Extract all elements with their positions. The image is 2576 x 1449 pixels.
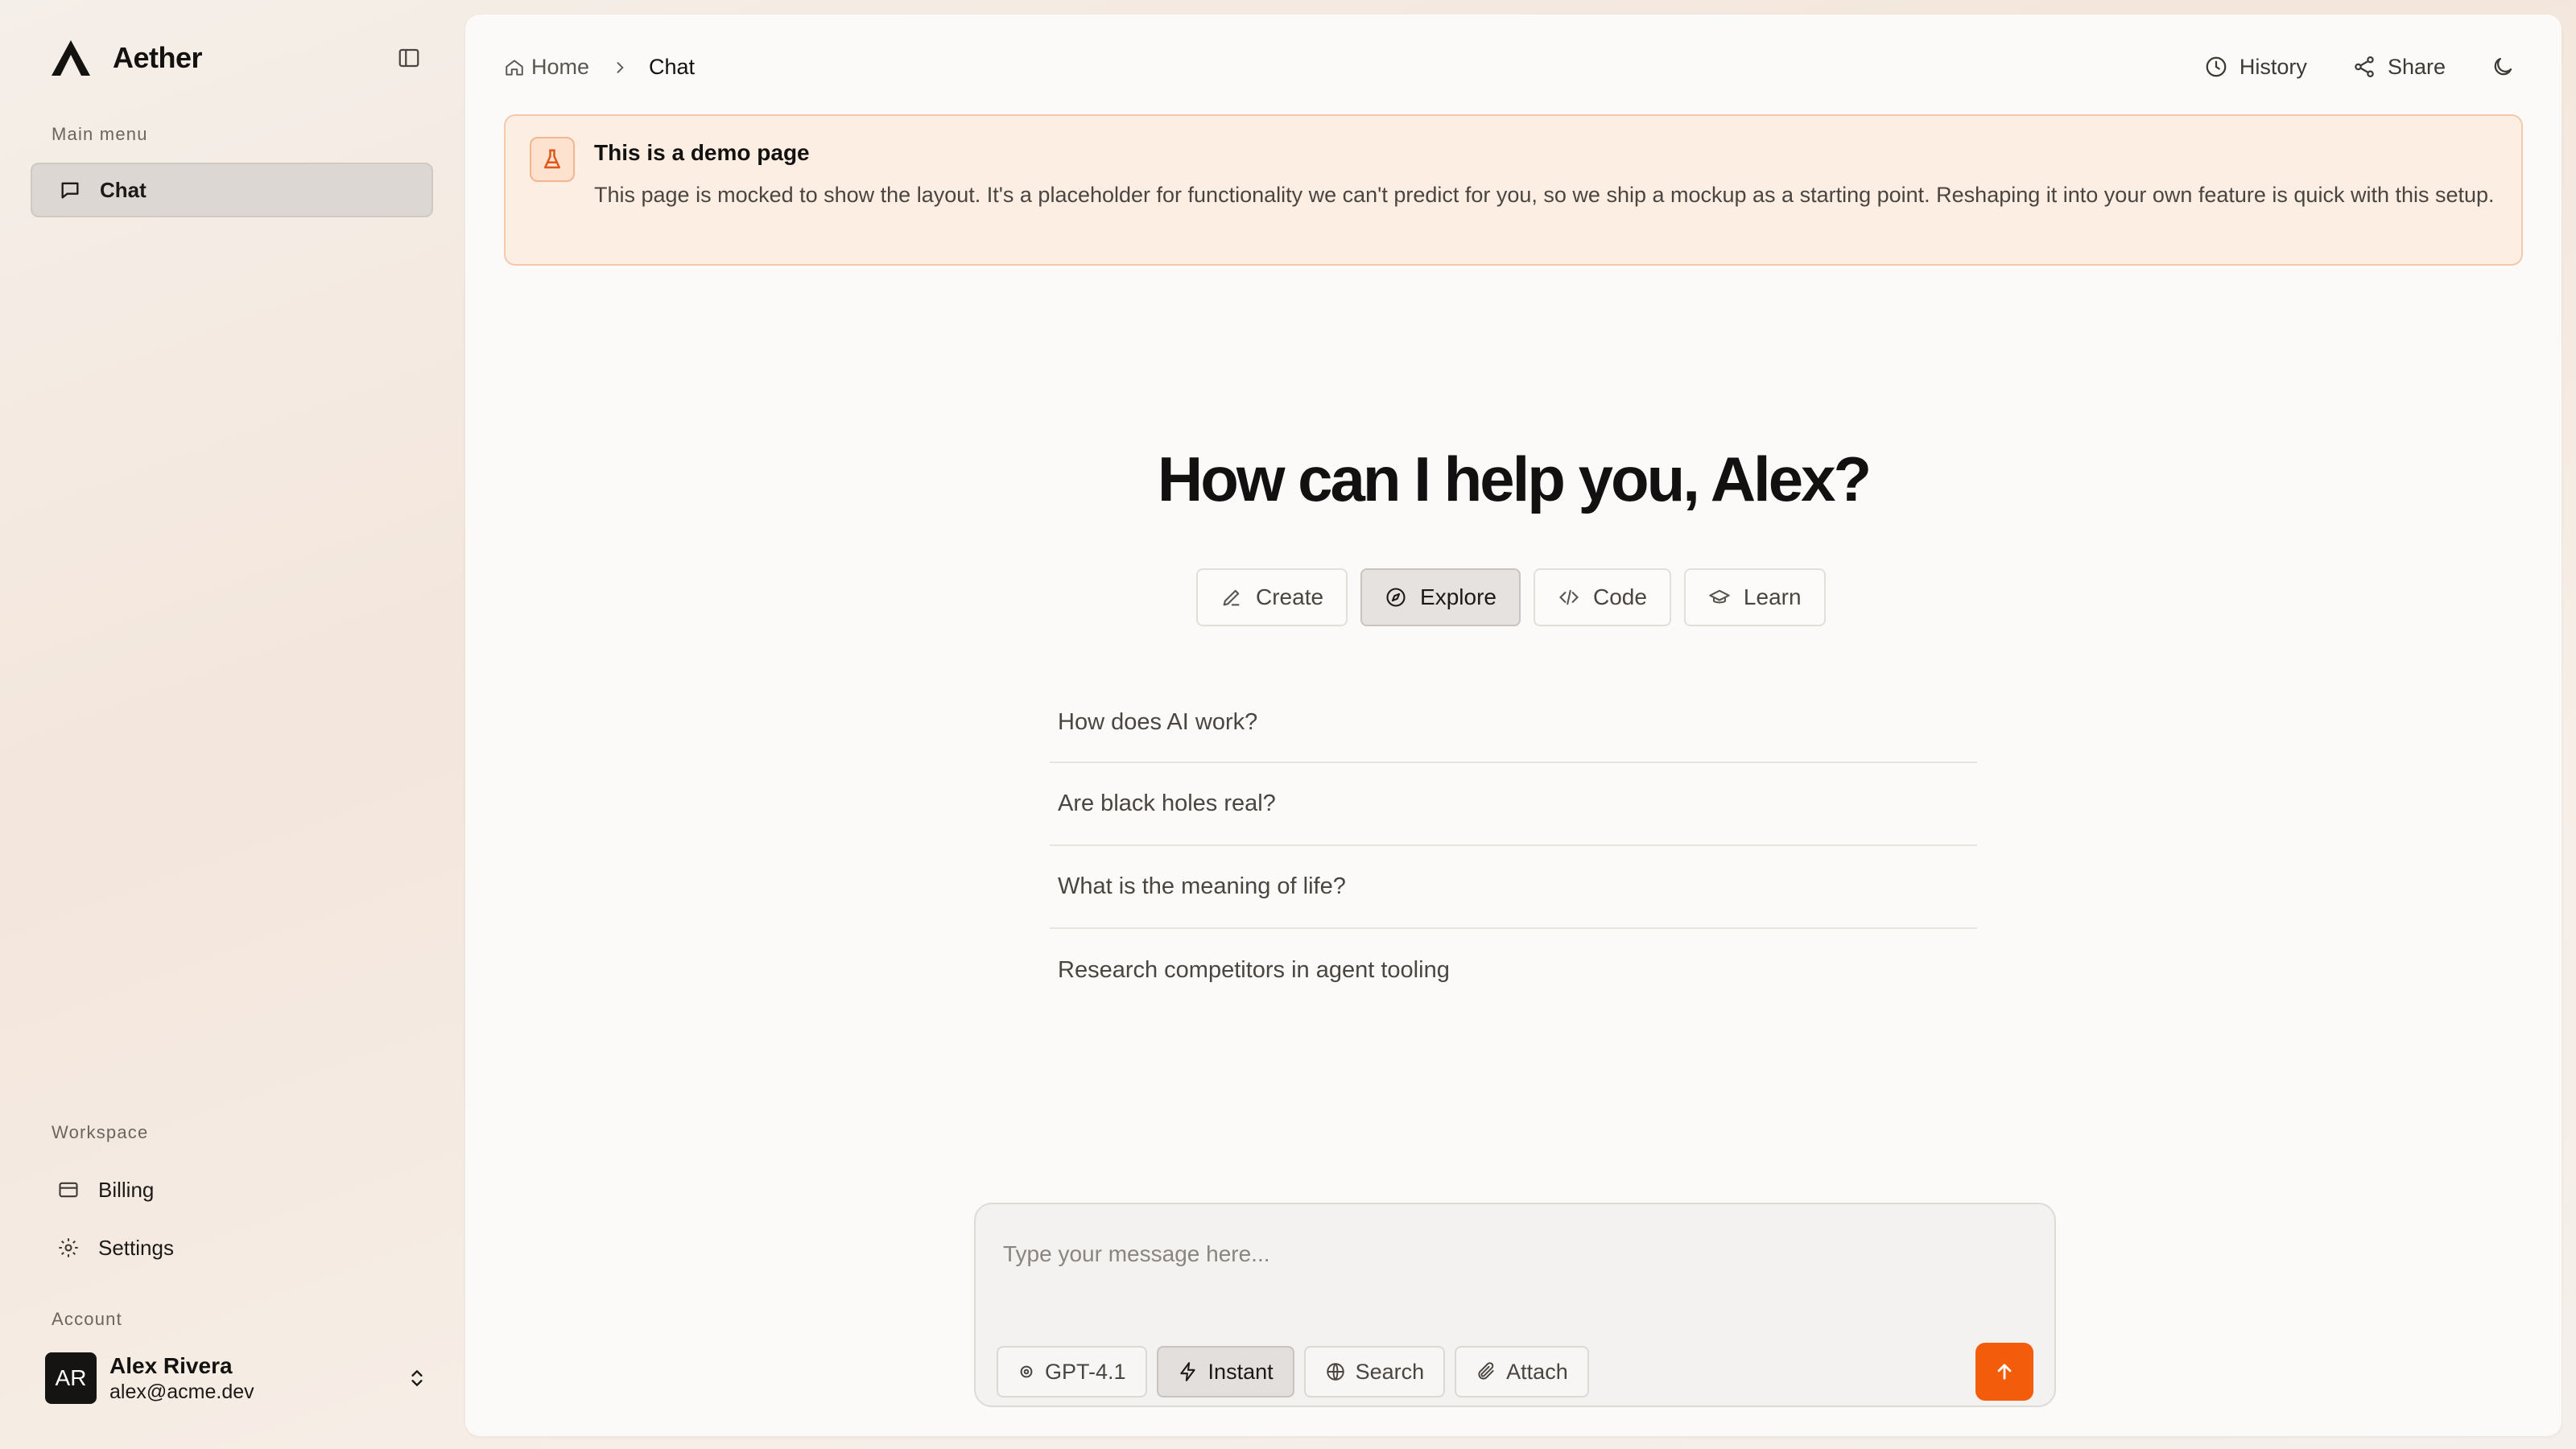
theme-toggle-button[interactable] bbox=[2491, 48, 2515, 85]
attach-button[interactable]: Attach bbox=[1455, 1346, 1589, 1397]
demo-banner: This is a demo page This page is mocked … bbox=[504, 114, 2523, 266]
suggestion-item[interactable]: Are black holes real? bbox=[1050, 763, 1977, 846]
share-label: Share bbox=[2387, 54, 2446, 79]
sidebar-item-label: Settings bbox=[98, 1235, 174, 1260]
message-input[interactable] bbox=[1003, 1236, 2017, 1272]
flask-icon bbox=[530, 137, 575, 182]
suggestion-item[interactable]: How does AI work? bbox=[1050, 683, 1977, 763]
breadcrumb-home-label: Home bbox=[531, 55, 590, 79]
instant-label: Instant bbox=[1208, 1359, 1274, 1384]
instant-toggle-button[interactable]: Instant bbox=[1156, 1346, 1294, 1397]
credit-card-icon bbox=[56, 1178, 80, 1202]
banner-title: This is a demo page bbox=[594, 140, 810, 165]
model-select-button[interactable]: GPT-4.1 bbox=[997, 1346, 1147, 1397]
attach-label: Attach bbox=[1506, 1359, 1568, 1384]
composer-toolbar: GPT-4.1 Instant Search Attach bbox=[997, 1346, 1599, 1397]
mode-code-button[interactable]: Code bbox=[1533, 568, 1671, 626]
mode-create-button[interactable]: Create bbox=[1196, 568, 1348, 626]
mode-label: Code bbox=[1592, 584, 1647, 609]
breadcrumb: Home Chat bbox=[504, 55, 695, 80]
share-icon bbox=[2355, 56, 2374, 77]
lightning-icon bbox=[1179, 1362, 1195, 1381]
sidebar-toggle-button[interactable] bbox=[393, 42, 425, 74]
mode-learn-button[interactable]: Learn bbox=[1683, 568, 1826, 626]
sidebar: Aether Main menu Chat Workspace Billing … bbox=[0, 0, 464, 1449]
greeting-heading: How can I help you, Alex? bbox=[1157, 444, 1872, 514]
account-switcher[interactable]: AR Alex Rivera alex@acme.dev bbox=[45, 1352, 431, 1404]
pencil-icon bbox=[1223, 589, 1240, 606]
send-button[interactable] bbox=[1975, 1343, 2033, 1401]
workspace-label: Workspace bbox=[52, 1122, 149, 1142]
suggestion-list: How does AI work? Are black holes real? … bbox=[1050, 696, 1977, 1012]
avatar: AR bbox=[45, 1352, 97, 1404]
brand[interactable]: Aether bbox=[50, 37, 203, 79]
graduation-cap-icon bbox=[1709, 589, 1730, 604]
main-panel: Home Chat History Share This is a demo p… bbox=[465, 14, 2562, 1436]
suggestion-item[interactable]: Research competitors in agent tooling bbox=[1050, 929, 1977, 1012]
history-label: History bbox=[2239, 54, 2307, 79]
breadcrumb-current: Chat bbox=[649, 55, 696, 79]
panel-left-icon bbox=[398, 48, 419, 68]
account-label: Account bbox=[52, 1309, 122, 1329]
chevron-right-icon bbox=[612, 60, 628, 76]
main-menu-label: Main menu bbox=[52, 124, 148, 144]
chevrons-up-down-icon bbox=[402, 1364, 431, 1393]
gear-icon bbox=[56, 1236, 80, 1260]
share-button[interactable]: Share bbox=[2352, 48, 2446, 85]
model-label: GPT-4.1 bbox=[1045, 1359, 1126, 1384]
compass-icon bbox=[1386, 588, 1406, 607]
aether-logo-icon bbox=[52, 40, 90, 76]
home-icon bbox=[506, 59, 523, 76]
globe-icon bbox=[1326, 1363, 1344, 1381]
history-button[interactable]: History bbox=[2204, 48, 2307, 85]
arrow-up-icon bbox=[1997, 1364, 2012, 1380]
sidebar-item-label: Chat bbox=[100, 177, 147, 202]
sidebar-item-billing[interactable]: Billing bbox=[31, 1166, 433, 1214]
breadcrumb-home-link[interactable]: Home bbox=[504, 55, 589, 80]
code-icon bbox=[1558, 589, 1579, 605]
mode-label: Learn bbox=[1743, 584, 1802, 609]
moon-icon bbox=[2494, 57, 2512, 76]
banner-text: This page is mocked to show the layout. … bbox=[594, 183, 2495, 207]
openai-icon bbox=[1020, 1365, 1033, 1378]
message-square-icon bbox=[58, 178, 82, 202]
mode-selector: Create Explore Code Learn bbox=[1196, 568, 1839, 626]
sidebar-item-label: Billing bbox=[98, 1177, 155, 1202]
account-email: alex@acme.dev bbox=[109, 1380, 254, 1403]
mode-label: Create bbox=[1256, 584, 1324, 609]
search-label: Search bbox=[1355, 1359, 1425, 1384]
sidebar-item-settings[interactable]: Settings bbox=[31, 1224, 433, 1272]
clock-icon bbox=[2206, 56, 2227, 77]
app-name: Aether bbox=[113, 41, 203, 74]
sidebar-item-chat[interactable]: Chat bbox=[31, 163, 433, 217]
message-composer: GPT-4.1 Instant Search Attach bbox=[974, 1203, 2056, 1407]
paperclip-icon bbox=[1478, 1362, 1494, 1380]
suggestion-item[interactable]: What is the meaning of life? bbox=[1050, 846, 1977, 929]
header-actions: History Share bbox=[2159, 48, 2515, 85]
account-name: Alex Rivera bbox=[109, 1352, 233, 1378]
mode-explore-button[interactable]: Explore bbox=[1360, 568, 1521, 626]
search-toggle-button[interactable]: Search bbox=[1303, 1346, 1446, 1397]
mode-label: Explore bbox=[1420, 584, 1496, 609]
